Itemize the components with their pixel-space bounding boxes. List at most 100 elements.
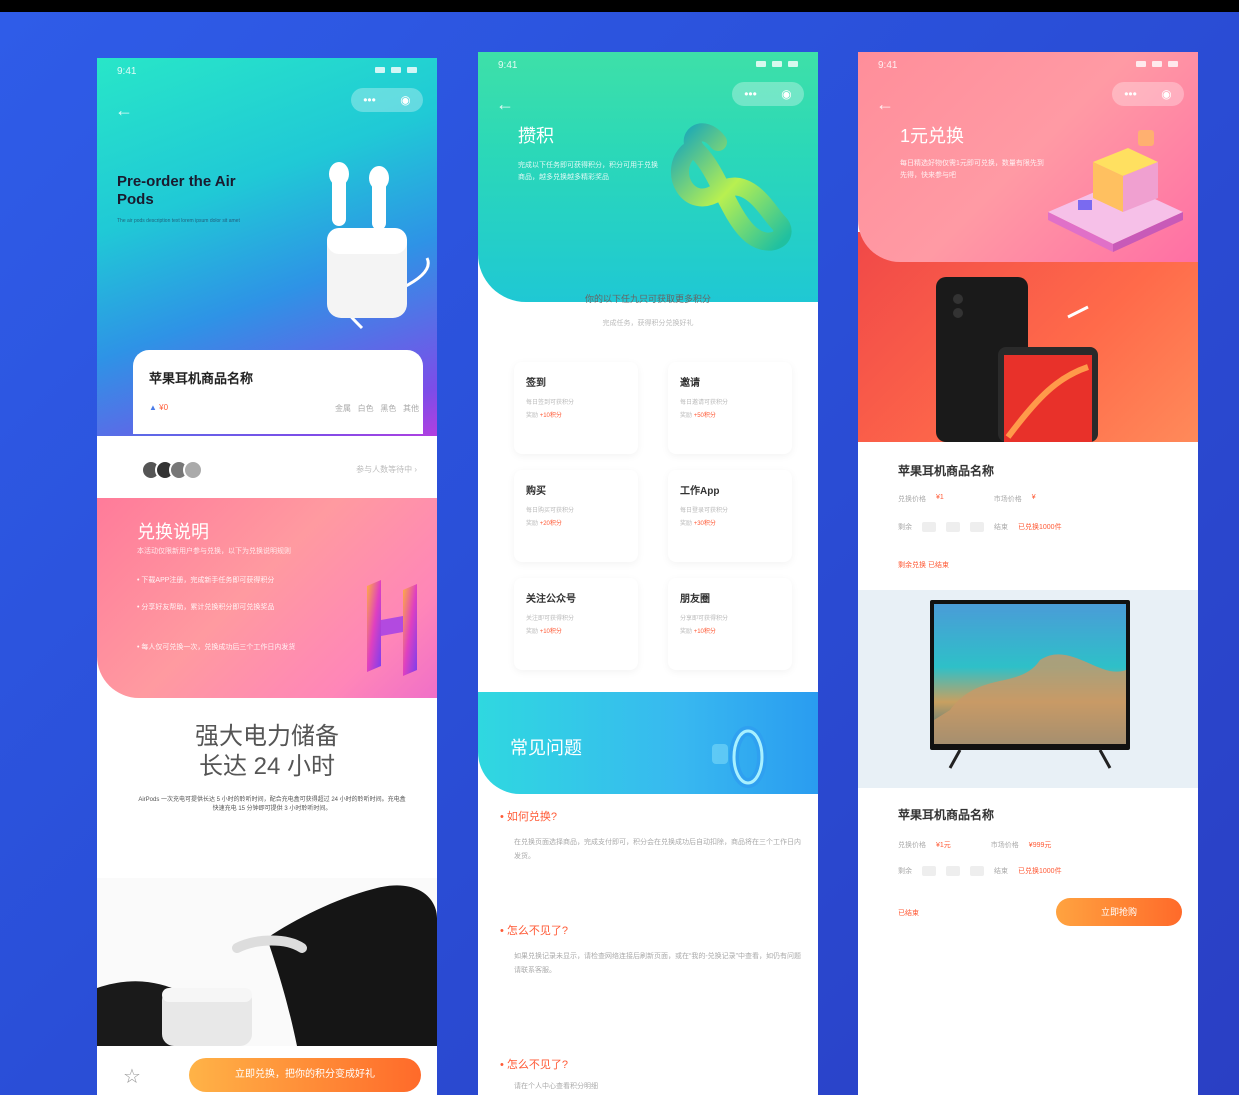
countdown-box [922,522,936,532]
countdown-box [970,866,984,876]
status-bar: 9:41 [478,52,818,80]
favorite-star-icon[interactable]: ☆ [123,1064,141,1089]
market-price: ¥ [1031,494,1036,501]
countdown-tail: 结束 [994,524,1008,531]
countdown-box [922,866,936,876]
task-title: 工作App [680,486,720,497]
countdown-box [946,522,960,532]
participant-avatars[interactable] [141,460,203,480]
rule-item: • 分享好友帮助，累计兑换积分即可兑换奖品 [137,604,275,611]
product-name: 苹果耳机商品名称 [898,808,995,822]
price-label: 市场价格 [990,842,1019,849]
feature-title-line: 长达 24 小时 [198,753,336,780]
faq-answer: 请在个人中心查看积分明细 [514,1083,598,1090]
faq-question[interactable]: • 怎么不见了? [500,922,568,938]
task-desc: 每日签到可获积分 [526,400,575,406]
countdown-label: 剩余 [898,524,912,531]
task-desc: 每日购买可获积分 [526,508,575,514]
task-desc: 关注即可获得积分 [526,616,575,622]
spec-option[interactable]: 黑色 [380,404,396,413]
task-card[interactable]: 朋友圈 分享即可获得积分 奖励 +10积分 [668,578,792,670]
isometric-shop-graphic [1048,130,1183,252]
mini-program-capsule[interactable]: ••• ◉ [732,82,804,106]
close-circle-icon[interactable]: ◉ [781,87,791,101]
task-title: 购买 [526,486,546,497]
sold-status: 剩余兑换 已结束 [898,560,1158,570]
rule-item: • 每人仅可兑换一次，兑换成功后三个工作日内发货 [137,644,296,651]
faq-answer: 如果兑换记录未显示，请检查网络连接后刷新页面，或在“我的-兑换记录”中查看，如仍… [514,953,801,974]
price-label: 兑换价格 [898,496,926,503]
more-icon[interactable]: ••• [363,93,376,107]
hero-description: 每日精选好物仅需1元即可兑换，数量有限先到先得，快来参与吧 [900,160,1044,179]
faq-question[interactable]: • 如何兑换? [500,808,557,824]
buy-now-button[interactable]: 立即抢购 [1056,898,1182,926]
product-price-row: 兑换价格 ¥1元 市场价格 ¥999元 [898,840,1158,850]
countdown-row: 剩余 结束 已兑换1000件 [898,866,1158,876]
feature-description: AirPods 一次充电可提供长达 5 小时的聆听时间，配合充电盒可获得超过 2… [138,797,406,812]
more-icon[interactable]: ••• [1124,87,1137,101]
close-circle-icon[interactable]: ◉ [1161,87,1171,101]
task-title: 签到 [526,378,546,389]
redeem-price: ¥1 [936,494,944,501]
feature-title-line: 强大电力储备 [195,723,339,750]
more-icon[interactable]: ••• [744,87,757,101]
avatar [183,460,203,480]
sold-status-text: 剩余兑换 已结束 [898,562,949,569]
countdown-tail: 结束 [994,868,1008,875]
task-desc: 分享即可获得积分 [680,616,729,622]
task-card[interactable]: 工作App 每日登录可获积分 奖励 +30积分 [668,470,792,562]
stock-count: 已兑换1000件 [1018,868,1062,875]
one-yuan-redeem-screen: 9:41 ← ••• ◉ 1元兑换 每日精选好物仅需1元即可兑换，数量有限先到先得… [858,52,1198,1095]
countdown-box [946,866,960,876]
participants-link[interactable]: 参与人数等待中 › [356,464,417,475]
task-reward: 奖励 +10积分 [526,413,562,419]
redeem-button[interactable]: 立即兑换，把你的积分变成好礼 [189,1058,421,1092]
product-card[interactable] [133,350,423,434]
tasks-hint: 你的以下任九只可获取更多积分 [584,294,711,304]
airpods-hand-photo [97,878,437,1046]
faq-question[interactable]: • 怎么不见了? [500,1056,568,1072]
earn-points-screen: 9:41 ← ••• ◉ 攒积 完成以下任务即可获得积分，积分可用于兑换商品，越多… [478,52,818,1095]
rules-title: 兑换说明 [137,522,209,542]
product-name: 苹果耳机商品名称 [149,371,254,386]
countdown-row: 剩余 结束 已兑换1000件 [898,522,1158,532]
smartphone-product-image [936,277,1098,442]
hero-title: 攒积 [518,126,554,146]
back-arrow-icon[interactable]: ← [115,100,133,121]
status-bar: 9:41 [97,58,437,86]
product-name: 苹果耳机商品名称 [898,464,995,478]
tag-icon: ▲ [149,403,157,412]
task-title: 朋友圈 [680,594,710,605]
countdown-label: 剩余 [898,868,912,875]
redeem-price: ¥1元 [936,842,951,849]
mini-program-capsule[interactable]: ••• ◉ [351,88,423,112]
task-card[interactable]: 邀请 每日邀请可获积分 奖励 +50积分 [668,362,792,454]
task-desc: 每日邀请可获积分 [680,400,729,406]
rules-subtitle: 本活动仅限新用户参与兑换，以下为兑换说明规则 [137,548,291,555]
task-title: 邀请 [680,378,700,389]
task-card[interactable]: 签到 每日签到可获积分 奖励 +10积分 [514,362,638,454]
task-reward: 奖励 +20积分 [526,521,562,527]
market-price: ¥999元 [1028,842,1052,849]
close-circle-icon[interactable]: ◉ [400,93,410,107]
countdown-box [970,522,984,532]
status-bar: 9:41 [858,52,1198,80]
task-card[interactable]: 购买 每日购买可获积分 奖励 +20积分 [514,470,638,562]
television-product-image [930,600,1130,769]
back-arrow-icon[interactable]: ← [496,94,514,115]
3d-h-graphic [367,580,417,676]
spec-option[interactable]: 金属 [335,404,351,413]
product-meta: ▲ ¥0 金属 白色 黑色 其他 [149,403,419,414]
spec-option[interactable]: 其他 [403,404,419,413]
back-arrow-icon[interactable]: ← [876,94,894,115]
hero-title: 1元兑换 [900,126,965,146]
mini-program-capsule[interactable]: ••• ◉ [1112,82,1184,106]
faq-title: 常见问题 [510,738,582,758]
spec-option[interactable]: 白色 [358,404,374,413]
feature-title: 强大电力储备 长达 24 小时 [97,722,437,782]
task-desc: 每日登录可获积分 [680,508,729,514]
task-reward: 奖励 +50积分 [680,413,716,419]
task-card[interactable]: 关注公众号 关注即可获得积分 奖励 +10积分 [514,578,638,670]
ended-status: 已结束 [898,910,919,917]
3d-zero-graphic [712,726,767,788]
